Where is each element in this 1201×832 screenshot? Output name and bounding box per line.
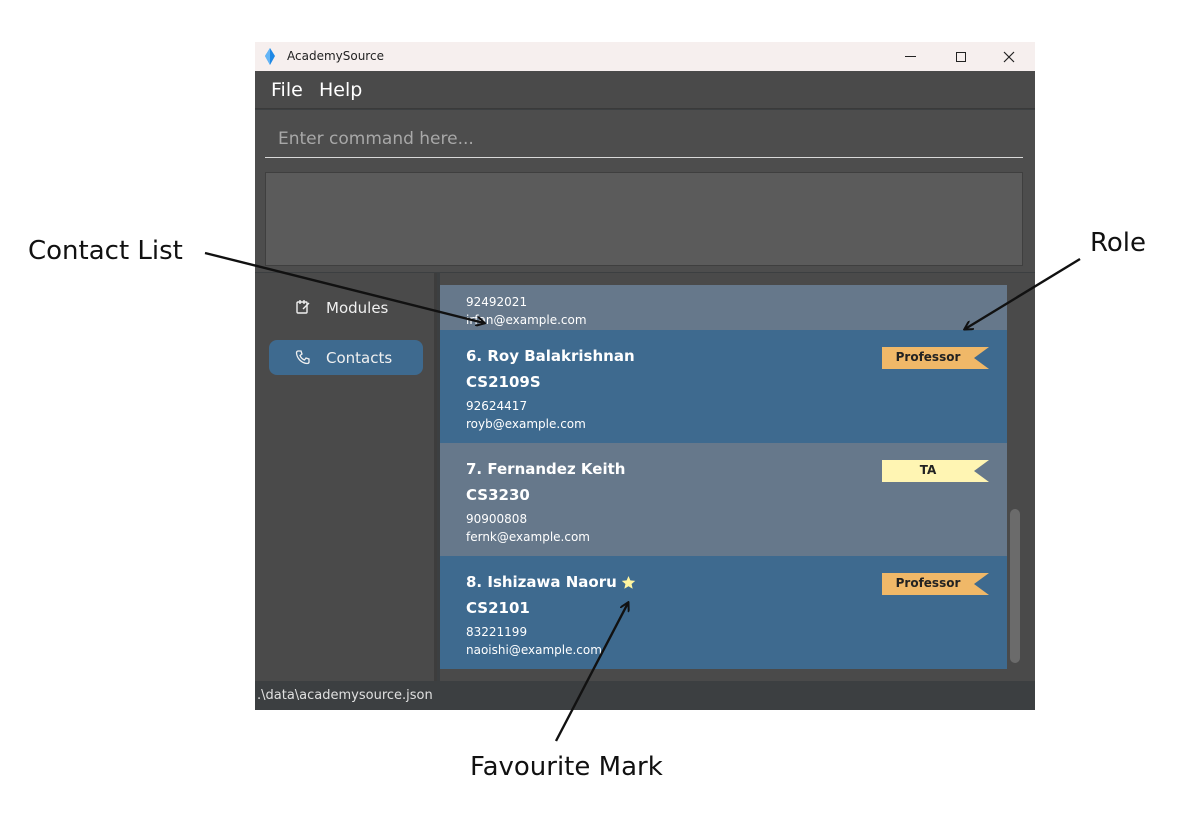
- contact-card-7[interactable]: 7. Fernandez Keith CS3230 90900808 fernk…: [440, 443, 1007, 556]
- sidebar-item-label: Contacts: [326, 349, 393, 367]
- title-bar[interactable]: AcademySource: [255, 42, 1035, 71]
- scrollbar-thumb[interactable]: [1010, 509, 1020, 663]
- sidebar: Modules Contacts: [255, 273, 437, 681]
- menu-help[interactable]: Help: [319, 79, 362, 101]
- contact-email: royb@example.com: [466, 417, 586, 431]
- sidebar-item-contacts[interactable]: Contacts: [269, 340, 423, 375]
- command-box-area: [255, 110, 1035, 165]
- annotation-role: Role: [1090, 228, 1147, 258]
- sidebar-item-modules[interactable]: Modules: [269, 290, 423, 325]
- role-tag: TA: [882, 460, 989, 482]
- close-button[interactable]: [986, 42, 1032, 71]
- maximize-icon: [956, 51, 966, 62]
- contact-card-6[interactable]: 6. Roy Balakrishnan CS2109S 92624417 roy…: [440, 330, 1007, 443]
- window-title: AcademySource: [287, 49, 384, 63]
- contact-card-partial[interactable]: 92492021 irfan@example.com: [440, 285, 1007, 330]
- result-display-area: [255, 165, 1035, 272]
- notebook-icon: [296, 300, 310, 314]
- status-bar: .\data\academysource.json: [255, 681, 1035, 710]
- phone-icon: [295, 350, 310, 365]
- role-label: Professor: [895, 576, 961, 590]
- maximize-button[interactable]: [938, 42, 984, 71]
- role-label: TA: [919, 463, 937, 477]
- annotation-contact-list: Contact List: [28, 236, 183, 266]
- contact-name: 6. Roy Balakrishnan: [466, 347, 635, 365]
- menu-file[interactable]: File: [271, 79, 303, 101]
- contact-phone: 92492021: [466, 295, 528, 309]
- data-file-path: .\data\academysource.json: [257, 688, 433, 703]
- annotation-favourite-mark: Favourite Mark: [470, 752, 663, 782]
- contact-name: 7. Fernandez Keith: [466, 460, 626, 478]
- minimize-button[interactable]: [887, 42, 933, 71]
- role-tag: Professor: [882, 347, 989, 369]
- app-logo-icon: [265, 48, 275, 65]
- menu-bar: File Help: [255, 71, 1035, 109]
- contact-email: naoishi@example.com: [466, 643, 602, 657]
- contact-name: 8. Ishizawa Naoru: [466, 573, 617, 591]
- minimize-icon: [904, 56, 916, 57]
- command-input[interactable]: [265, 120, 1023, 158]
- contact-phone: 83221199: [466, 625, 528, 639]
- sidebar-item-label: Modules: [326, 299, 389, 317]
- contact-module: CS3230: [466, 486, 530, 504]
- role-tag: Professor: [882, 573, 989, 595]
- contact-phone: 92624417: [466, 399, 528, 413]
- close-icon: [1003, 51, 1015, 62]
- contact-email: irfan@example.com: [466, 313, 587, 327]
- contact-card-8[interactable]: 8. Ishizawa Naoru CS2101 83221199 naoish…: [440, 556, 1007, 669]
- contact-module: CS2109S: [466, 373, 541, 391]
- contact-phone: 90900808: [466, 512, 528, 526]
- contact-email: fernk@example.com: [466, 530, 590, 544]
- favourite-star-icon: [621, 575, 636, 589]
- role-label: Professor: [895, 350, 961, 364]
- app-window: AcademySource File Help Modules Cont: [255, 42, 1035, 710]
- contact-list[interactable]: 92492021 irfan@example.com 6. Roy Balakr…: [440, 273, 1035, 681]
- contact-module: CS2101: [466, 599, 530, 617]
- result-display: [265, 172, 1023, 266]
